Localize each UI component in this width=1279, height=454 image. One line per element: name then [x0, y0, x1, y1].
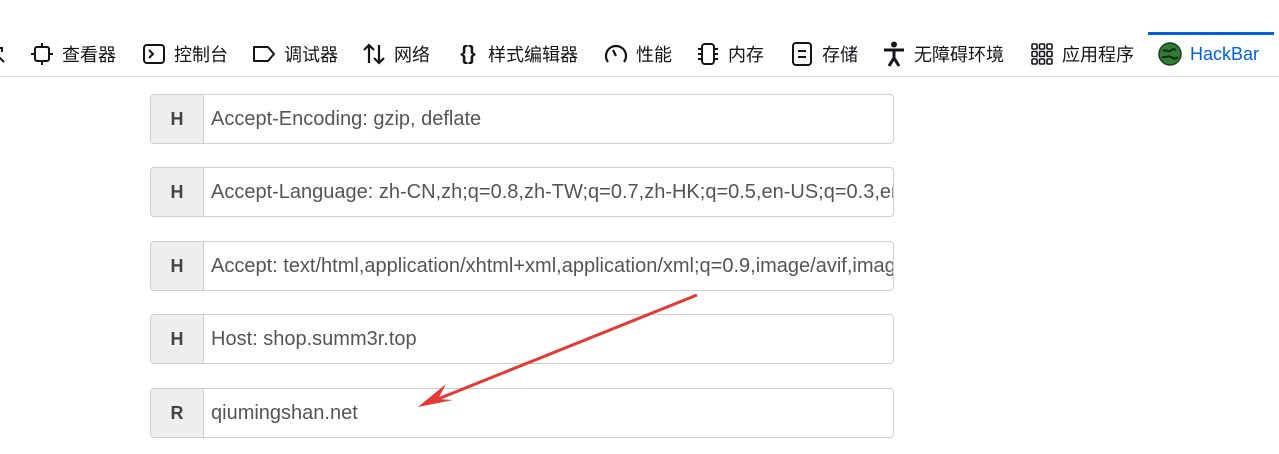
tab-console[interactable]: 控制台 — [142, 32, 228, 76]
console-icon — [142, 42, 166, 66]
tab-storage[interactable]: 存储 — [790, 32, 858, 76]
pick-element-icon[interactable] — [0, 32, 8, 76]
storage-icon — [790, 42, 814, 66]
devtools-tab-bar: 查看器 控制台 调试器 网络 {} 样式编辑器 性能 内存 存储 无障碍环境 应… — [0, 32, 1279, 77]
tab-accessibility[interactable]: 无障碍环境 — [882, 32, 1004, 76]
tab-label: 控制台 — [174, 45, 228, 65]
header-row: H — [150, 314, 894, 364]
network-icon — [362, 42, 386, 66]
header-row: H — [150, 94, 894, 144]
tab-label: 内存 — [728, 45, 764, 65]
inspector-icon — [30, 42, 54, 66]
tab-debugger[interactable]: 调试器 — [252, 32, 338, 76]
tab-memory[interactable]: 内存 — [696, 32, 764, 76]
memory-chip-icon — [696, 42, 720, 66]
tab-application[interactable]: 应用程序 — [1030, 32, 1134, 76]
header-value-input[interactable] — [204, 95, 893, 143]
tab-label: 查看器 — [62, 45, 116, 65]
header-row: H — [150, 241, 894, 291]
header-value-input[interactable] — [204, 315, 893, 363]
tab-network[interactable]: 网络 — [362, 32, 430, 76]
hackbar-globe-icon — [1158, 42, 1182, 66]
tab-label: 性能 — [636, 45, 672, 65]
referrer-row: R — [150, 388, 894, 438]
debugger-icon — [252, 42, 276, 66]
tab-label: 样式编辑器 — [488, 45, 578, 65]
referrer-type-badge[interactable]: R — [151, 389, 204, 437]
tab-style-editor[interactable]: {} 样式编辑器 — [456, 32, 578, 76]
tab-hackbar[interactable]: HackBar — [1148, 32, 1274, 76]
header-type-badge[interactable]: H — [151, 168, 204, 216]
braces-icon: {} — [460, 42, 476, 65]
header-value-input[interactable] — [204, 242, 893, 290]
grid-icon — [1030, 42, 1054, 66]
header-type-badge[interactable]: H — [151, 95, 204, 143]
tab-inspector[interactable]: 查看器 — [30, 32, 116, 76]
gauge-icon — [604, 42, 628, 66]
header-type-badge[interactable]: H — [151, 242, 204, 290]
referrer-value-input[interactable] — [204, 389, 893, 437]
tab-label: 调试器 — [284, 45, 338, 65]
header-row: H — [150, 167, 894, 217]
header-type-badge[interactable]: H — [151, 315, 204, 363]
tab-label: 网络 — [394, 45, 430, 65]
header-value-input[interactable] — [204, 168, 893, 216]
tab-label: HackBar — [1190, 43, 1260, 64]
tab-label: 存储 — [822, 45, 858, 65]
tab-performance[interactable]: 性能 — [604, 32, 672, 76]
tab-label: 应用程序 — [1062, 45, 1134, 65]
accessibility-icon — [882, 41, 906, 67]
tab-label: 无障碍环境 — [914, 45, 1004, 65]
